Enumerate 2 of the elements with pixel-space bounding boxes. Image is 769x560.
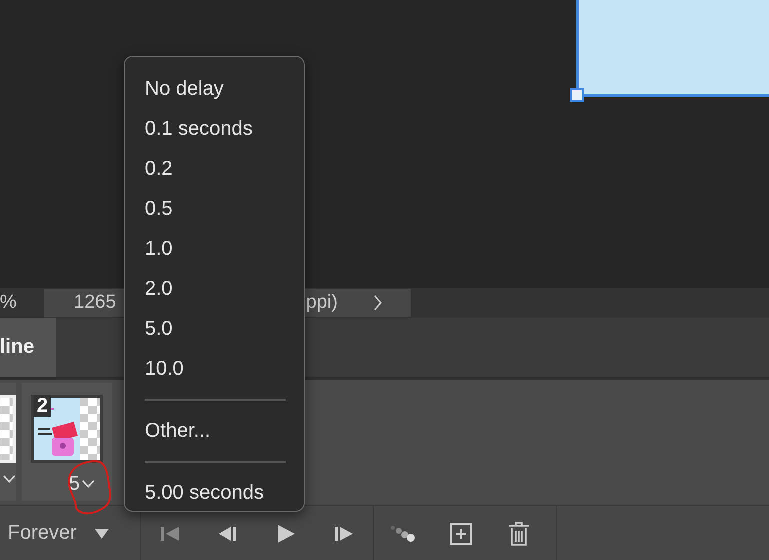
zoom-level: % [0, 292, 18, 314]
frame-number: 2 [34, 395, 52, 417]
